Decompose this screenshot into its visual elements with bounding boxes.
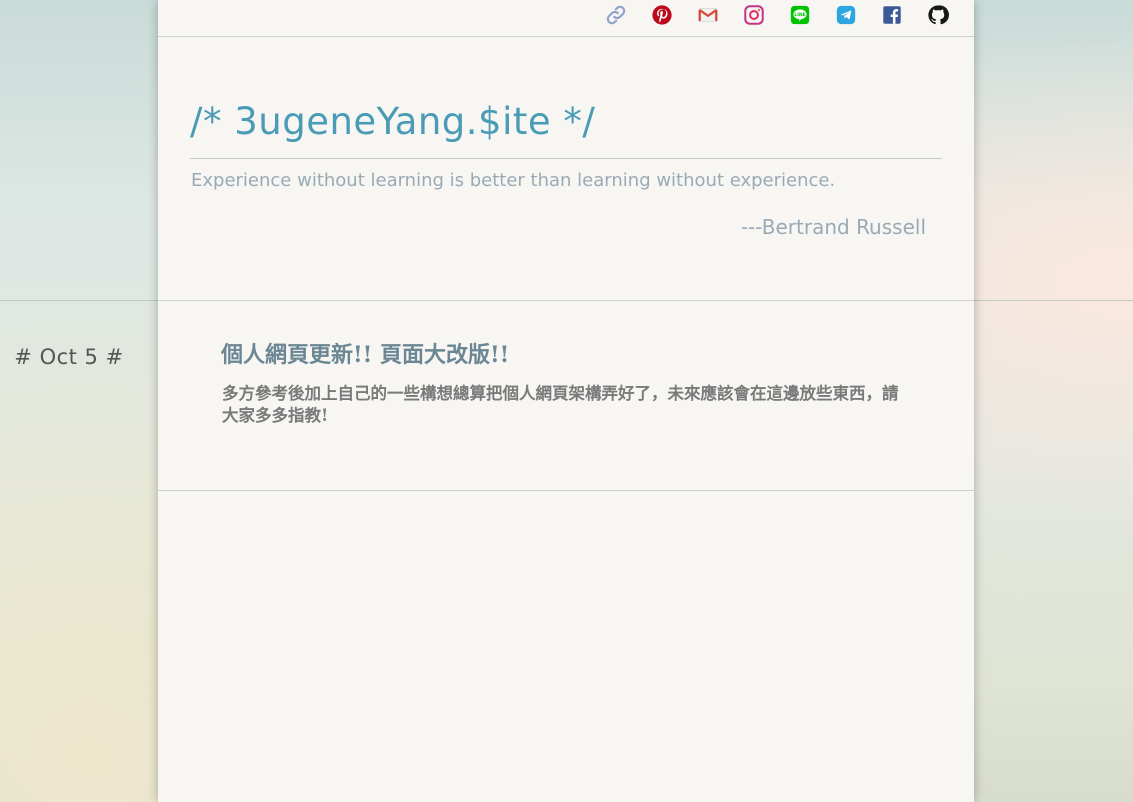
blog-post: 個人網頁更新!! 頁面大改版!! 多方參考後加上自己的一些構想總算把個人網頁架構…: [158, 300, 974, 491]
post-title[interactable]: 個人網頁更新!! 頁面大改版!!: [221, 337, 509, 369]
github-icon[interactable]: [927, 4, 949, 26]
link-icon[interactable]: [605, 4, 627, 26]
post-date: # Oct 5 #: [14, 345, 124, 369]
instagram-icon[interactable]: [743, 4, 765, 26]
telegram-icon[interactable]: [835, 4, 857, 26]
site-header: /* 3ugeneYang.$ite */ Experience without…: [190, 36, 942, 300]
svg-text:LINE: LINE: [794, 12, 806, 18]
social-links: LINE: [605, 4, 949, 26]
facebook-icon[interactable]: [881, 4, 903, 26]
page-card: LINE /* 3ugeneYang.$ite */ Experience wi…: [158, 0, 974, 802]
post-body: 多方參考後加上自己的一些構想總算把個人網頁架構弄好了，未來應該會在這邊放些東西，…: [222, 384, 899, 425]
title-divider: [190, 158, 942, 159]
quote-author: ---Bertrand Russell: [740, 215, 926, 239]
header-quote: Experience without learning is better th…: [191, 170, 836, 191]
top-bar: LINE: [158, 0, 974, 37]
pinterest-icon[interactable]: [651, 4, 673, 26]
gmail-icon[interactable]: [697, 4, 719, 26]
line-icon[interactable]: LINE: [789, 4, 811, 26]
site-title[interactable]: /* 3ugeneYang.$ite */: [190, 100, 595, 143]
